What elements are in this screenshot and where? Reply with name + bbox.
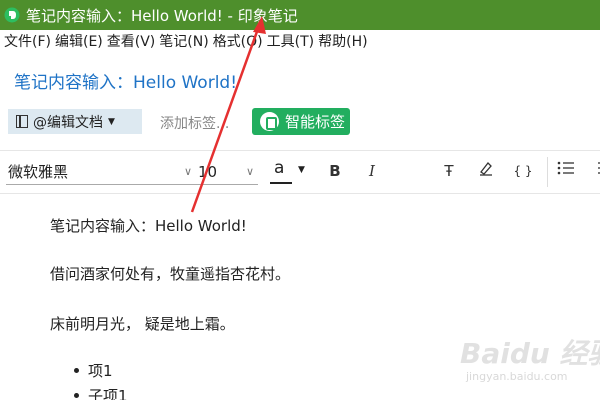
bullet-list-icon[interactable] xyxy=(554,159,578,183)
smart-tag-label: 智能标签 xyxy=(285,113,346,131)
editor-paragraph: 床前明月光， 疑是地上霜。 xyxy=(50,315,235,333)
menu-tools[interactable]: 工具(T) xyxy=(267,31,314,51)
menu-view[interactable]: 查看(V) xyxy=(107,31,156,51)
add-tag-input[interactable]: 添加标签... xyxy=(160,113,229,133)
notebook-icon xyxy=(16,115,28,128)
editor-paragraph: 借问酒家何处有，牧童遥指杏花村。 xyxy=(50,265,291,283)
chevron-down-icon: ∨ xyxy=(245,165,254,178)
bullet-list-glyph xyxy=(557,161,574,175)
list-item: 子项1 xyxy=(74,385,128,400)
menu-bar: 文件(F) 编辑(E) 查看(V) 笔记(N) 格式(O) 工具(T) 帮助(H… xyxy=(0,30,600,52)
font-size-select[interactable]: 10 ∨ xyxy=(196,159,258,185)
italic-icon[interactable]: I xyxy=(360,159,384,183)
font-color-icon: a xyxy=(274,158,285,178)
chevron-down-icon: ∨ xyxy=(183,165,192,178)
menu-help[interactable]: 帮助(H) xyxy=(318,31,367,51)
notebook-selector-button[interactable]: @编辑文档 ▼ xyxy=(8,109,142,134)
menu-format[interactable]: 格式(O) xyxy=(213,31,263,51)
chevron-down-icon: ▼ xyxy=(108,116,115,127)
watermark-url: jingyan.baidu.com xyxy=(466,370,568,383)
note-meta-bar: @编辑文档 ▼ 添加标签... 智能标签 xyxy=(0,107,600,137)
highlighter-glyph xyxy=(480,162,492,176)
chevron-down-icon: ▼ xyxy=(298,165,305,175)
editor-paragraph: 笔记内容输入：Hello World! xyxy=(50,217,247,235)
code-block-icon[interactable]: { } xyxy=(511,159,535,183)
toolbar-divider xyxy=(547,157,548,187)
font-family-value: 微软雅黑 xyxy=(8,163,69,181)
bold-icon[interactable]: B xyxy=(323,159,347,183)
font-color-button[interactable]: a ▼ xyxy=(268,157,312,187)
evernote-elephant-icon xyxy=(4,7,20,23)
note-title-field[interactable]: 笔记内容输入：Hello World! xyxy=(14,68,237,93)
numbered-list-glyph xyxy=(598,162,600,174)
smart-tag-button[interactable]: 智能标签 xyxy=(252,108,350,135)
numbered-list-icon[interactable] xyxy=(588,159,600,183)
baidu-jingyan-watermark: Baidu 经验 jingyan.baidu.com xyxy=(460,330,600,400)
list-item: 项1 xyxy=(74,362,113,380)
strikethrough-icon[interactable]: Ŧ xyxy=(437,159,461,183)
title-bar: 笔记内容输入：Hello World! - 印象笔记 xyxy=(0,0,600,30)
font-size-value: 10 xyxy=(198,163,218,181)
font-family-select[interactable]: 微软雅黑 ∨ xyxy=(6,159,196,185)
watermark-logo: Baidu 经验 xyxy=(460,337,600,370)
window-title: 笔记内容输入：Hello World! - 印象笔记 xyxy=(26,6,298,25)
notebook-label: @编辑文档 xyxy=(33,114,103,131)
menu-file[interactable]: 文件(F) xyxy=(4,31,51,51)
menu-note[interactable]: 笔记(N) xyxy=(159,31,208,51)
font-color-swatch xyxy=(270,182,292,184)
smart-tag-icon xyxy=(260,112,279,131)
menu-edit[interactable]: 编辑(E) xyxy=(55,31,103,51)
format-toolbar: 微软雅黑 ∨ 10 ∨ a ▼ B I Ŧ { } xyxy=(0,150,600,194)
highlighter-icon[interactable] xyxy=(474,159,498,183)
